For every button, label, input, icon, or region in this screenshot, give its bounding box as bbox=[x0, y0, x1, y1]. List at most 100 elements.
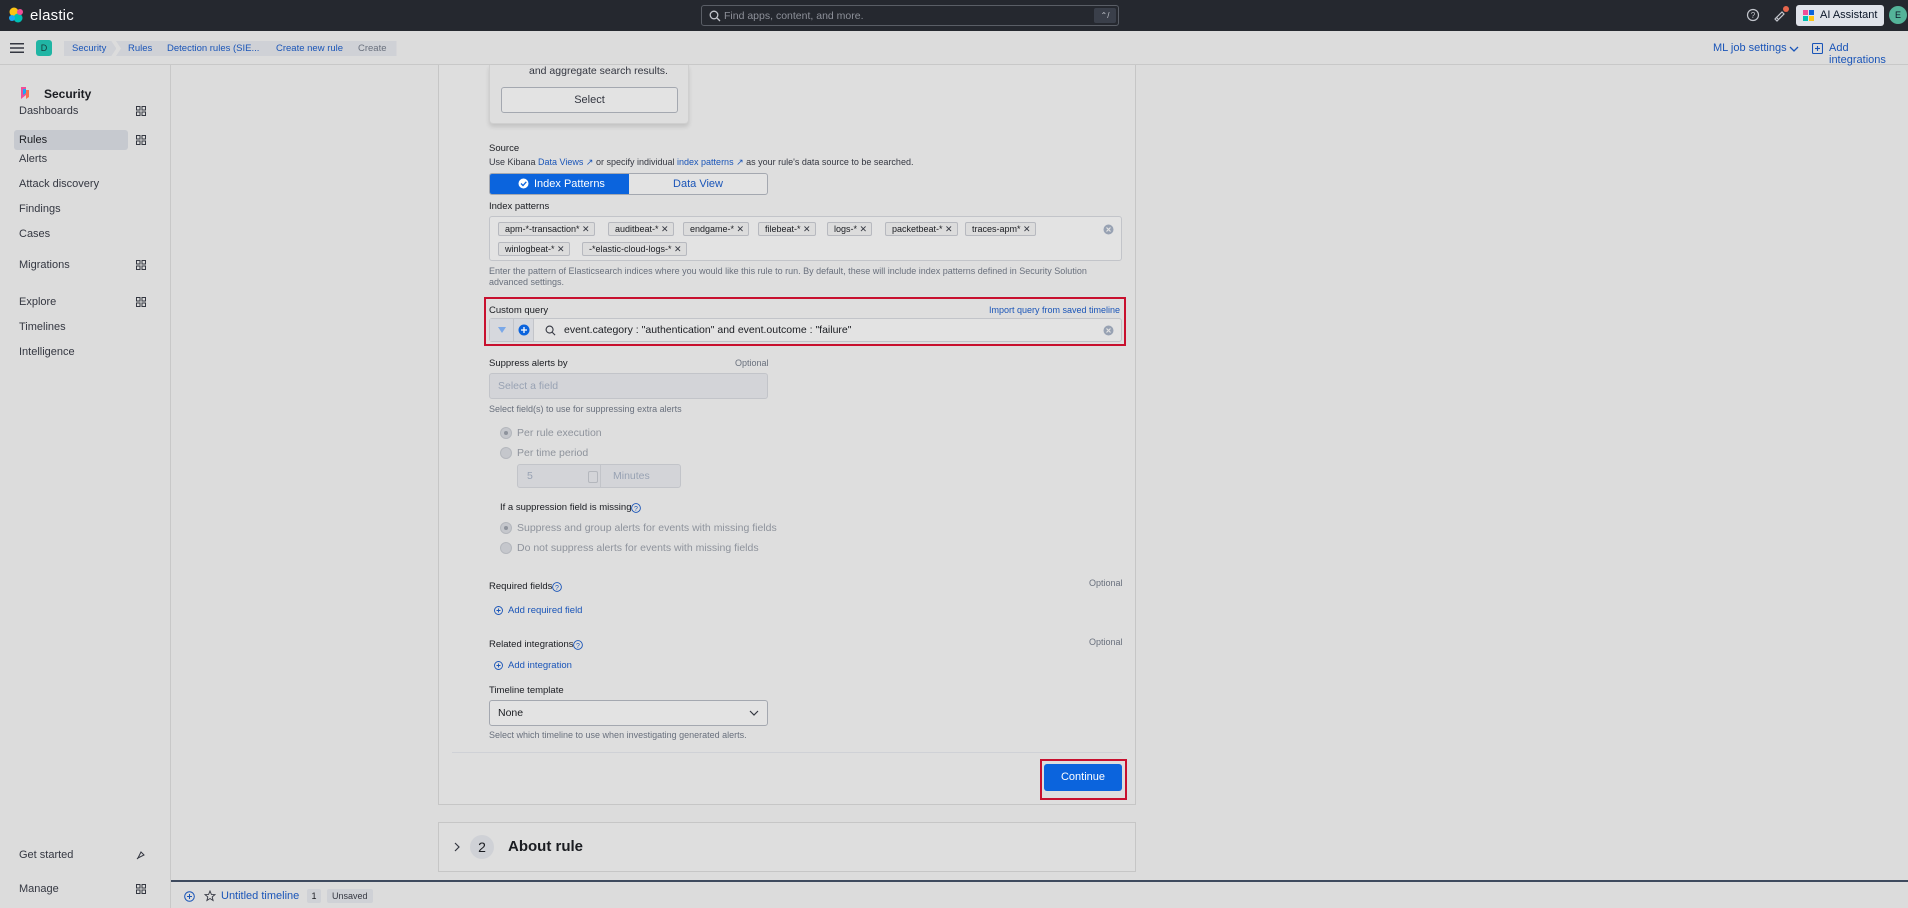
timeline-template-value: None bbox=[498, 707, 524, 719]
suppress-help: Select field(s) to use for suppressing e… bbox=[489, 404, 682, 414]
sidebar-item-explore[interactable]: Explore bbox=[14, 292, 128, 312]
security-sidebar: Security Dashboards Rules Alerts Attack … bbox=[0, 65, 171, 908]
remove-pill-icon[interactable]: ✕ bbox=[859, 223, 867, 235]
sidebar-item-intelligence[interactable]: Intelligence bbox=[14, 342, 128, 362]
source-type-toggle: Index Patterns Data View bbox=[489, 173, 768, 195]
suppress-field-select[interactable]: Select a field bbox=[489, 373, 768, 399]
sidebar-item-manage[interactable]: Manage bbox=[14, 879, 128, 899]
index-patterns-combobox[interactable]: apm-*-transaction* ✕ auditbeat-* ✕ endgame… bbox=[489, 216, 1122, 261]
search-icon bbox=[545, 325, 556, 336]
chevron-down-icon bbox=[749, 710, 759, 716]
add-integrations-icon bbox=[1812, 43, 1823, 54]
per-time-period-radio[interactable] bbox=[500, 447, 512, 459]
breadcrumb-detection-rules[interactable]: Detection rules (SIE... bbox=[155, 41, 269, 56]
optional-hint: Optional bbox=[1089, 637, 1123, 647]
breadcrumb-create: Create bbox=[346, 41, 397, 56]
check-circle-icon bbox=[518, 178, 529, 189]
sidebar-item-rules[interactable]: Rules bbox=[14, 130, 128, 150]
suppress-alerts-label: Suppress alerts by bbox=[489, 358, 568, 369]
continue-button[interactable]: Continue bbox=[1044, 764, 1122, 791]
rocket-icon[interactable] bbox=[136, 850, 146, 860]
filter-icon bbox=[498, 327, 506, 333]
index-patterns-link[interactable]: index patterns bbox=[677, 157, 734, 167]
sidebar-item-timelines[interactable]: Timelines bbox=[14, 317, 128, 337]
brand-name[interactable]: elastic bbox=[30, 7, 74, 24]
add-integration-button[interactable]: Add integration bbox=[508, 660, 572, 671]
step-number-badge: 2 bbox=[470, 835, 494, 859]
remove-pill-icon[interactable]: ✕ bbox=[1023, 223, 1031, 235]
plus-circle-icon bbox=[518, 324, 530, 336]
chevron-right-icon[interactable] bbox=[453, 842, 461, 852]
divider bbox=[452, 752, 1122, 753]
timeline-name-link[interactable]: Untitled timeline bbox=[221, 890, 299, 902]
remove-pill-icon[interactable]: ✕ bbox=[661, 223, 669, 235]
info-icon[interactable]: ? bbox=[552, 582, 562, 592]
add-required-field-button[interactable]: Add required field bbox=[508, 605, 582, 616]
rules-grid-icon[interactable] bbox=[136, 135, 146, 145]
global-search-input[interactable]: Find apps, content, and more. ⌃/ bbox=[701, 5, 1119, 26]
timeline-template-label: Timeline template bbox=[489, 685, 564, 696]
migrations-grid-icon[interactable] bbox=[136, 260, 146, 270]
plus-circle-icon bbox=[494, 661, 503, 670]
breadcrumb-create-new-rule[interactable]: Create new rule bbox=[264, 41, 353, 56]
suppress-missing-radio[interactable] bbox=[500, 522, 512, 534]
stepper-icon[interactable] bbox=[588, 471, 598, 483]
sidebar-item-findings[interactable]: Findings bbox=[14, 199, 128, 219]
clear-icon[interactable] bbox=[1103, 224, 1114, 235]
time-unit-select[interactable]: Minutes bbox=[600, 465, 680, 487]
remove-pill-icon[interactable]: ✕ bbox=[803, 223, 811, 235]
import-query-link[interactable]: Import query from saved timeline bbox=[989, 305, 1120, 315]
per-rule-execution-radio[interactable] bbox=[500, 427, 512, 439]
index-pattern-pill: winlogbeat-* ✕ bbox=[498, 242, 570, 256]
custom-query-value: event.category : "authentication" and ev… bbox=[564, 324, 852, 336]
sidebar-item-migrations[interactable]: Migrations bbox=[14, 255, 128, 275]
source-help-text: Use Kibana Data Views ↗ or specify indiv… bbox=[489, 157, 914, 167]
required-fields-label: Required fields bbox=[489, 581, 553, 592]
tab-index-patterns[interactable]: Index Patterns bbox=[490, 174, 629, 194]
ml-job-settings-button[interactable]: ML job settings bbox=[1713, 42, 1787, 54]
missing-field-label: If a suppression field is missing bbox=[500, 502, 632, 513]
elastic-logo-icon[interactable] bbox=[8, 7, 24, 23]
plus-circle-icon[interactable] bbox=[184, 891, 195, 902]
clear-query-icon[interactable] bbox=[1103, 325, 1114, 336]
select-rule-type-button[interactable]: Select bbox=[501, 87, 678, 113]
ai-assistant-button[interactable]: AI Assistant bbox=[1796, 5, 1884, 26]
remove-pill-icon[interactable]: ✕ bbox=[736, 223, 744, 235]
svg-text:?: ? bbox=[576, 643, 580, 650]
sidebar-item-dashboards[interactable]: Dashboards bbox=[14, 101, 128, 121]
dashboards-grid-icon[interactable] bbox=[136, 106, 146, 116]
sidebar-item-alerts[interactable]: Alerts bbox=[14, 149, 128, 169]
menu-icon[interactable] bbox=[10, 42, 24, 54]
timeline-template-select[interactable]: None bbox=[489, 700, 768, 726]
custom-query-input[interactable]: event.category : "authentication" and ev… bbox=[489, 318, 1122, 342]
filter-menu-button[interactable] bbox=[490, 319, 514, 341]
manage-grid-icon[interactable] bbox=[136, 884, 146, 894]
sidebar-item-cases[interactable]: Cases bbox=[14, 224, 128, 244]
index-pattern-pill: -*elastic-cloud-logs-* ✕ bbox=[582, 242, 687, 256]
user-avatar[interactable]: E bbox=[1889, 6, 1907, 24]
about-rule-title: About rule bbox=[508, 838, 583, 855]
ai-assistant-icon bbox=[1803, 10, 1814, 21]
info-icon[interactable]: ? bbox=[631, 503, 641, 513]
remove-pill-icon[interactable]: ✕ bbox=[582, 223, 590, 235]
space-avatar[interactable]: D bbox=[36, 40, 52, 56]
star-icon[interactable] bbox=[204, 890, 216, 902]
search-placeholder: Find apps, content, and more. bbox=[724, 10, 864, 22]
help-icon[interactable]: ? bbox=[1746, 8, 1760, 22]
breadcrumb-security[interactable]: Security bbox=[64, 41, 116, 56]
sidebar-item-get-started[interactable]: Get started bbox=[14, 845, 128, 865]
index-pattern-pill: logs-* ✕ bbox=[827, 222, 873, 236]
sidebar-item-attack-discovery[interactable]: Attack discovery bbox=[14, 174, 128, 194]
breadcrumb-rules[interactable]: Rules bbox=[116, 41, 162, 56]
add-filter-button[interactable] bbox=[514, 319, 534, 341]
add-integrations-link[interactable]: Add integrations bbox=[1829, 42, 1908, 66]
tab-data-view[interactable]: Data View bbox=[629, 174, 767, 194]
time-period-input[interactable]: 5 Minutes bbox=[517, 464, 681, 488]
data-views-link[interactable]: Data Views bbox=[538, 157, 583, 167]
explore-grid-icon[interactable] bbox=[136, 297, 146, 307]
do-not-suppress-radio[interactable] bbox=[500, 542, 512, 554]
remove-pill-icon[interactable]: ✕ bbox=[557, 243, 565, 255]
info-icon[interactable]: ? bbox=[573, 640, 583, 650]
remove-pill-icon[interactable]: ✕ bbox=[945, 223, 953, 235]
remove-pill-icon[interactable]: ✕ bbox=[674, 243, 682, 255]
